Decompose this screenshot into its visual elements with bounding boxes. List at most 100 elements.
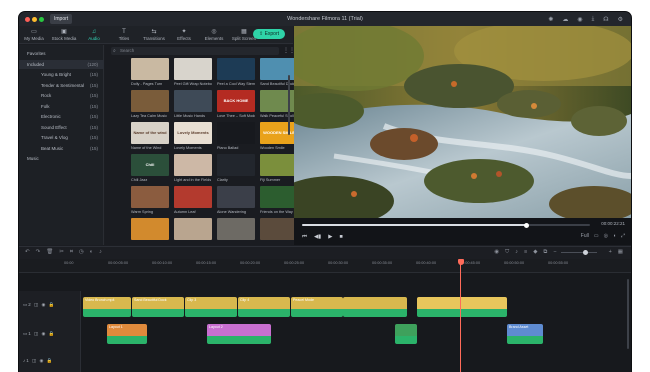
thumbnail-title: Name of the wind xyxy=(133,129,167,135)
media-thumbnail[interactable] xyxy=(260,58,298,80)
sidebar-item-music[interactable]: Music xyxy=(19,154,104,163)
media-thumbnail[interactable] xyxy=(217,154,255,176)
sidebar-item-rock[interactable]: Rock (15) xyxy=(19,91,104,100)
media-thumbnail[interactable] xyxy=(217,218,255,240)
zoom-out-icon[interactable]: − xyxy=(553,249,556,256)
library-scrollbar[interactable] xyxy=(288,75,290,135)
play-icon[interactable]: ▶ xyxy=(328,234,332,241)
delete-icon[interactable]: 🗑 xyxy=(46,249,53,256)
cloud-icon[interactable]: ☁ xyxy=(562,16,568,23)
snapshot-icon[interactable]: ◎ xyxy=(604,233,608,239)
timeline-clip[interactable]: Sand Beautiful Dock xyxy=(132,297,184,317)
media-thumbnail[interactable] xyxy=(174,90,212,112)
media-thumbnail[interactable] xyxy=(174,154,212,176)
media-thumbnail[interactable] xyxy=(260,90,298,112)
mixer-icon[interactable]: ≡ xyxy=(524,249,527,256)
search-input[interactable]: ⌕ Search xyxy=(111,47,279,55)
media-thumbnail[interactable] xyxy=(174,186,212,208)
lightbulb-icon[interactable]: ✺ xyxy=(548,16,553,23)
mic-icon[interactable]: ♪ xyxy=(515,249,518,256)
speed-icon[interactable]: ◷ xyxy=(79,249,84,256)
render-icon[interactable]: ◉ xyxy=(494,249,499,256)
snap-icon[interactable]: ⧉ xyxy=(543,249,547,256)
timeline-ruler[interactable]: 00:00 00:00:05:00 00:00:10:00 00:00:15:00 00… xyxy=(19,259,631,273)
zoom-slider[interactable] xyxy=(561,250,597,255)
zoom-in-icon[interactable]: + xyxy=(609,249,612,256)
stop-icon[interactable]: ■ xyxy=(339,234,342,241)
media-thumbnail[interactable] xyxy=(260,154,298,176)
sidebar-item-sound-effect[interactable]: Sound Effect (15) xyxy=(19,123,104,132)
export-button[interactable]: ⇪ Export xyxy=(253,29,285,39)
timeline-clip[interactable]: Video Brunch.mp4 xyxy=(83,297,131,317)
timeline-clip[interactable]: Clip 3 xyxy=(185,297,237,317)
tab-stock-media[interactable]: ▣ Stock Media xyxy=(49,26,79,44)
step-back-icon[interactable]: ◀▮ xyxy=(314,234,321,241)
shield-icon[interactable]: ⛉ xyxy=(505,249,509,256)
media-thumbnail[interactable]: WOODEN SMILE xyxy=(260,122,298,144)
sidebar-item-favorites[interactable]: Favorites xyxy=(19,49,104,58)
grid-icon[interactable]: ▦ xyxy=(618,249,623,256)
media-thumbnail[interactable] xyxy=(217,58,255,80)
redo-icon[interactable]: ↷ xyxy=(36,249,41,256)
timeline-clip[interactable] xyxy=(395,324,417,344)
tab-effects[interactable]: ✦ Effects xyxy=(169,26,199,44)
media-thumbnail[interactable]: Chill xyxy=(131,154,169,176)
media-thumbnail[interactable] xyxy=(131,90,169,112)
track-controls-icons[interactable]: ▭1 ◫ ◉ 🔒 xyxy=(23,331,55,337)
settings-icon[interactable]: ⚙ xyxy=(618,16,623,23)
tab-my-media[interactable]: ▭ My Media xyxy=(19,26,49,44)
timeline-clip[interactable]: Brand Asset xyxy=(507,324,543,344)
zoom-slider-knob[interactable] xyxy=(583,250,588,255)
timeline-clip[interactable]: Layout 2 xyxy=(207,324,271,344)
timeline-clip[interactable] xyxy=(343,297,407,317)
tab-audio[interactable]: ♫ Audio xyxy=(79,26,109,44)
media-thumbnail[interactable] xyxy=(131,218,169,240)
sidebar-item-folk[interactable]: Folk (15) xyxy=(19,102,104,111)
media-thumbnail[interactable] xyxy=(131,58,169,80)
track-controls-icons[interactable]: ♪1 ◫ ◉ 🔒 xyxy=(23,358,53,364)
media-thumbnail[interactable] xyxy=(217,186,255,208)
sidebar-item-tender-sentimental[interactable]: Tender & Sentimental (15) xyxy=(19,81,104,90)
audio-icon[interactable]: ♪ xyxy=(99,249,102,256)
media-thumbnail[interactable] xyxy=(260,186,298,208)
track-controls-icons[interactable]: ▭2 ◫ ◉ 🔒 xyxy=(23,302,55,308)
quality-select[interactable]: Full xyxy=(581,233,589,239)
playback-progress-bar[interactable] xyxy=(302,222,590,228)
marker-icon[interactable]: ◆ xyxy=(533,249,537,256)
volume-icon[interactable]: ◖ xyxy=(613,233,616,239)
media-thumbnail[interactable] xyxy=(217,122,255,144)
headset-icon[interactable]: ☊ xyxy=(603,16,608,23)
crop-icon[interactable]: ⌗ xyxy=(70,249,73,256)
timeline-clip[interactable]: Clip 4 xyxy=(238,297,290,317)
tab-elements[interactable]: ◎ Elements xyxy=(199,26,229,44)
playback-scrubber-handle[interactable] xyxy=(524,222,530,228)
media-thumbnail[interactable] xyxy=(131,186,169,208)
timeline-clip[interactable]: Layout 1 xyxy=(107,324,147,344)
fullscreen-icon[interactable]: ⤢ xyxy=(621,233,625,239)
media-thumbnail[interactable]: Name of the wind xyxy=(131,122,169,144)
sidebar-item-included[interactable]: Included (120) xyxy=(19,59,104,69)
timeline-clip[interactable]: Peacel Mode xyxy=(291,297,343,317)
color-icon[interactable]: ◐ xyxy=(90,249,93,256)
timeline-scrollbar[interactable] xyxy=(627,279,629,349)
previous-frame-icon[interactable]: ⏮ xyxy=(302,234,307,241)
timeline-clip[interactable] xyxy=(417,297,507,317)
media-thumbnail[interactable] xyxy=(174,58,212,80)
tab-transitions[interactable]: ⇆ Transitions xyxy=(139,26,169,44)
media-thumbnail[interactable] xyxy=(174,218,212,240)
account-icon[interactable]: ◉ xyxy=(577,16,582,23)
sidebar-item-electronic[interactable]: Electronic (15) xyxy=(19,112,104,121)
playhead-handle[interactable] xyxy=(457,259,464,265)
sidebar-item-beat-music[interactable]: Beat Music (15) xyxy=(19,144,104,153)
media-thumbnail[interactable]: Lovely Moments xyxy=(174,122,212,144)
sidebar-item-young-bright[interactable]: Young & Bright (15) xyxy=(19,70,104,79)
cut-icon[interactable]: ✂ xyxy=(59,249,64,256)
playhead[interactable] xyxy=(457,259,464,372)
download-icon[interactable]: ⤓ xyxy=(592,16,595,23)
tab-titles[interactable]: T Titles xyxy=(109,26,139,44)
media-thumbnail[interactable] xyxy=(260,218,298,240)
media-thumbnail[interactable]: BACK HOME xyxy=(217,90,255,112)
undo-icon[interactable]: ↶ xyxy=(25,249,30,256)
sidebar-item-travel-vlog[interactable]: Travel & Vlog (15) xyxy=(19,133,104,142)
monitor-icon[interactable]: ▭ xyxy=(594,233,599,239)
